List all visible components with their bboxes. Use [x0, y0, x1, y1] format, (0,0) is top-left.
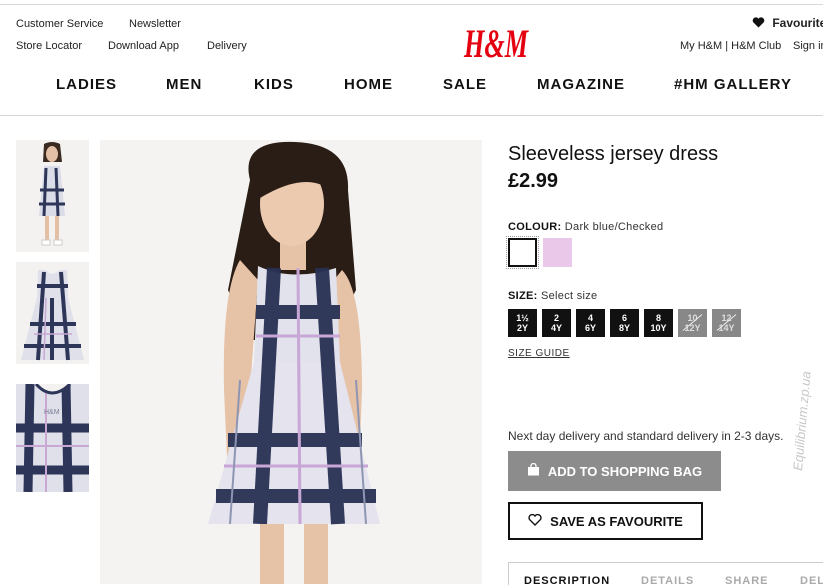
favourites-link[interactable]: Favourite: [752, 16, 823, 30]
download-app-link[interactable]: Download App: [108, 40, 179, 52]
nav-kids[interactable]: KIDS: [254, 76, 294, 93]
size-top: 4: [587, 313, 593, 323]
add-to-bag-label: ADD TO SHOPPING BAG: [547, 463, 703, 479]
size-bottom: 6Y: [584, 323, 596, 333]
thumbnail-detail[interactable]: H&M: [16, 384, 89, 492]
nav-hm-gallery[interactable]: #HM GALLERY: [674, 76, 792, 93]
size-bottom: 2Y: [516, 323, 528, 333]
product-title: Sleeveless jersey dress: [508, 143, 719, 165]
product-image[interactable]: [100, 140, 482, 584]
size-top: 8: [655, 313, 661, 323]
size-top: 6: [621, 313, 627, 323]
swatch-pink[interactable]: [543, 238, 572, 267]
thumbnail-model[interactable]: [16, 140, 89, 252]
delivery-note: Next day delivery and standard delivery …: [508, 429, 784, 443]
size-option[interactable]: 4 6Y: [576, 309, 605, 337]
save-favourite-label: SAVE AS FAVOURITE: [550, 513, 683, 529]
watermark-text: Equilibrium.zp.ua: [790, 370, 814, 472]
nav-home[interactable]: HOME: [344, 76, 393, 93]
my-account-link[interactable]: My H&M | H&M Club: [680, 40, 781, 52]
heart-icon: [752, 16, 768, 30]
size-bottom: 4Y: [550, 323, 562, 333]
size-option[interactable]: 6 8Y: [610, 309, 639, 337]
nav-men[interactable]: MEN: [166, 76, 202, 93]
hm-logo[interactable]: H&M: [462, 16, 530, 66]
product-tabs: DESCRIPTION DETAILS SHARE DEL: [508, 562, 823, 587]
tab-delivery[interactable]: DEL: [800, 575, 823, 587]
tab-description[interactable]: DESCRIPTION: [524, 575, 610, 587]
save-favourite-button[interactable]: SAVE AS FAVOURITE: [508, 502, 703, 540]
customer-service-link[interactable]: Customer Service: [16, 18, 103, 30]
delivery-link[interactable]: Delivery: [207, 40, 247, 52]
size-bottom: 10Y: [650, 323, 667, 333]
size-option[interactable]: 8 10Y: [644, 309, 673, 337]
colour-value: Dark blue/Checked: [564, 221, 664, 233]
size-top: 1½: [516, 313, 529, 323]
newsletter-link[interactable]: Newsletter: [129, 18, 181, 30]
size-top: 2: [553, 313, 559, 323]
top-border: [0, 0, 823, 5]
logo-text: H&M: [463, 21, 529, 66]
size-option[interactable]: 1½ 2Y: [508, 309, 537, 337]
svg-text:H&M: H&M: [44, 409, 60, 416]
size-option-unavailable: 10 12Y: [678, 309, 707, 337]
size-top: 10: [687, 313, 698, 323]
colour-label: COLOUR:: [508, 221, 562, 233]
size-guide-link[interactable]: SIZE GUIDE: [508, 348, 570, 359]
size-bottom: 12Y: [684, 323, 701, 333]
size-top: 12: [721, 313, 732, 323]
tab-share[interactable]: SHARE: [725, 575, 769, 587]
store-locator-link[interactable]: Store Locator: [16, 40, 82, 52]
nav-sale[interactable]: SALE: [443, 76, 487, 93]
shopping-bag-icon: [527, 462, 540, 479]
sign-in-link[interactable]: Sign in: [793, 40, 823, 52]
size-value: Select size: [540, 290, 598, 302]
size-label: SIZE:: [508, 290, 538, 302]
size-label-row: SIZE: Select size: [508, 290, 597, 302]
colour-label-row: COLOUR: Dark blue/Checked: [508, 221, 663, 233]
heart-outline-icon: [528, 513, 542, 529]
nav-ladies[interactable]: LADIES: [56, 76, 117, 93]
size-bottom: 8Y: [618, 323, 630, 333]
product-price: £2.99: [508, 170, 559, 192]
thumbnail-flat-dress[interactable]: [16, 262, 89, 364]
size-option-unavailable: 12 14Y: [712, 309, 741, 337]
swatch-dark-blue-checked[interactable]: [506, 236, 539, 269]
size-option[interactable]: 2 4Y: [542, 309, 571, 337]
header-divider: [0, 115, 823, 116]
add-to-bag-button[interactable]: ADD TO SHOPPING BAG: [508, 451, 721, 491]
tab-details[interactable]: DETAILS: [641, 575, 694, 587]
size-bottom: 14Y: [718, 323, 735, 333]
favourites-label: Favourite: [772, 16, 823, 30]
nav-magazine[interactable]: MAGAZINE: [537, 76, 625, 93]
